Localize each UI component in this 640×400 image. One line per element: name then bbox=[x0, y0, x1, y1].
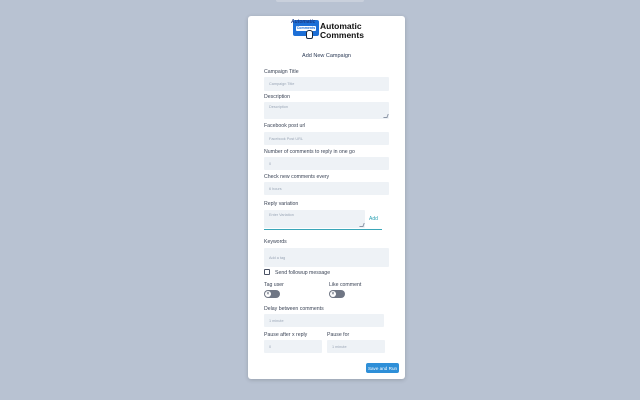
toggle-off-icon: × bbox=[330, 291, 336, 297]
comments-per-go-input[interactable]: 0 bbox=[264, 157, 389, 170]
resize-handle-icon[interactable] bbox=[359, 223, 365, 227]
app-logo: Automatic Comments bbox=[291, 19, 319, 39]
save-and-run-button[interactable]: Save and Run bbox=[366, 363, 399, 373]
facebook-url-input[interactable]: Facebook Post URL bbox=[264, 132, 389, 145]
keywords-label: Keywords bbox=[264, 239, 287, 245]
reply-variation-textarea[interactable]: Enter Variation bbox=[264, 210, 365, 228]
facebook-url-label: Facebook post url bbox=[264, 123, 306, 129]
add-variation-link[interactable]: Add bbox=[369, 216, 378, 222]
reply-variation-placeholder: Enter Variation bbox=[269, 213, 294, 217]
app-title-line2: Comments bbox=[320, 30, 364, 40]
pause-for-label: Pause for bbox=[327, 332, 350, 338]
resize-handle-icon[interactable] bbox=[383, 114, 389, 118]
window-top-edge bbox=[276, 0, 364, 2]
campaign-form-card: Automatic Comments Automatic Comments Ad… bbox=[248, 16, 405, 379]
hand-cursor-icon bbox=[306, 30, 313, 39]
campaign-title-input[interactable]: Campaign Title bbox=[264, 77, 389, 91]
description-placeholder: Description bbox=[269, 105, 288, 109]
delay-label: Delay between comments bbox=[264, 306, 324, 312]
tag-user-label: Tag user bbox=[264, 282, 284, 288]
followup-label: Send followup message bbox=[275, 270, 331, 276]
followup-checkbox[interactable] bbox=[264, 269, 270, 275]
like-comment-toggle[interactable]: × bbox=[329, 290, 345, 298]
check-every-select[interactable]: 6 hours bbox=[264, 182, 389, 195]
check-every-label: Check new comments every bbox=[264, 174, 330, 180]
page-title: Add New Campaign bbox=[302, 53, 351, 59]
like-comment-label: Like comment bbox=[329, 282, 362, 288]
campaign-title-label: Campaign Title bbox=[264, 69, 299, 75]
pause-after-input[interactable]: 0 bbox=[264, 340, 322, 353]
pause-for-select[interactable]: 1 minute bbox=[327, 340, 385, 353]
pause-after-label: Pause after x reply bbox=[264, 332, 308, 338]
description-label: Description bbox=[264, 94, 290, 100]
reply-variation-label: Reply variation bbox=[264, 201, 299, 207]
description-textarea[interactable]: Description bbox=[264, 102, 389, 119]
keywords-tag-input[interactable]: Add a tag bbox=[264, 248, 389, 267]
toggle-off-icon: × bbox=[265, 291, 271, 297]
logo-line1: Automatic bbox=[291, 19, 316, 25]
app-title: Automatic Comments bbox=[320, 22, 364, 40]
comments-per-go-label: Number of comments to reply in one go bbox=[264, 149, 355, 155]
delay-select[interactable]: 1 minute bbox=[264, 314, 384, 327]
reply-variation-underline bbox=[264, 229, 382, 230]
tag-user-toggle[interactable]: × bbox=[264, 290, 280, 298]
